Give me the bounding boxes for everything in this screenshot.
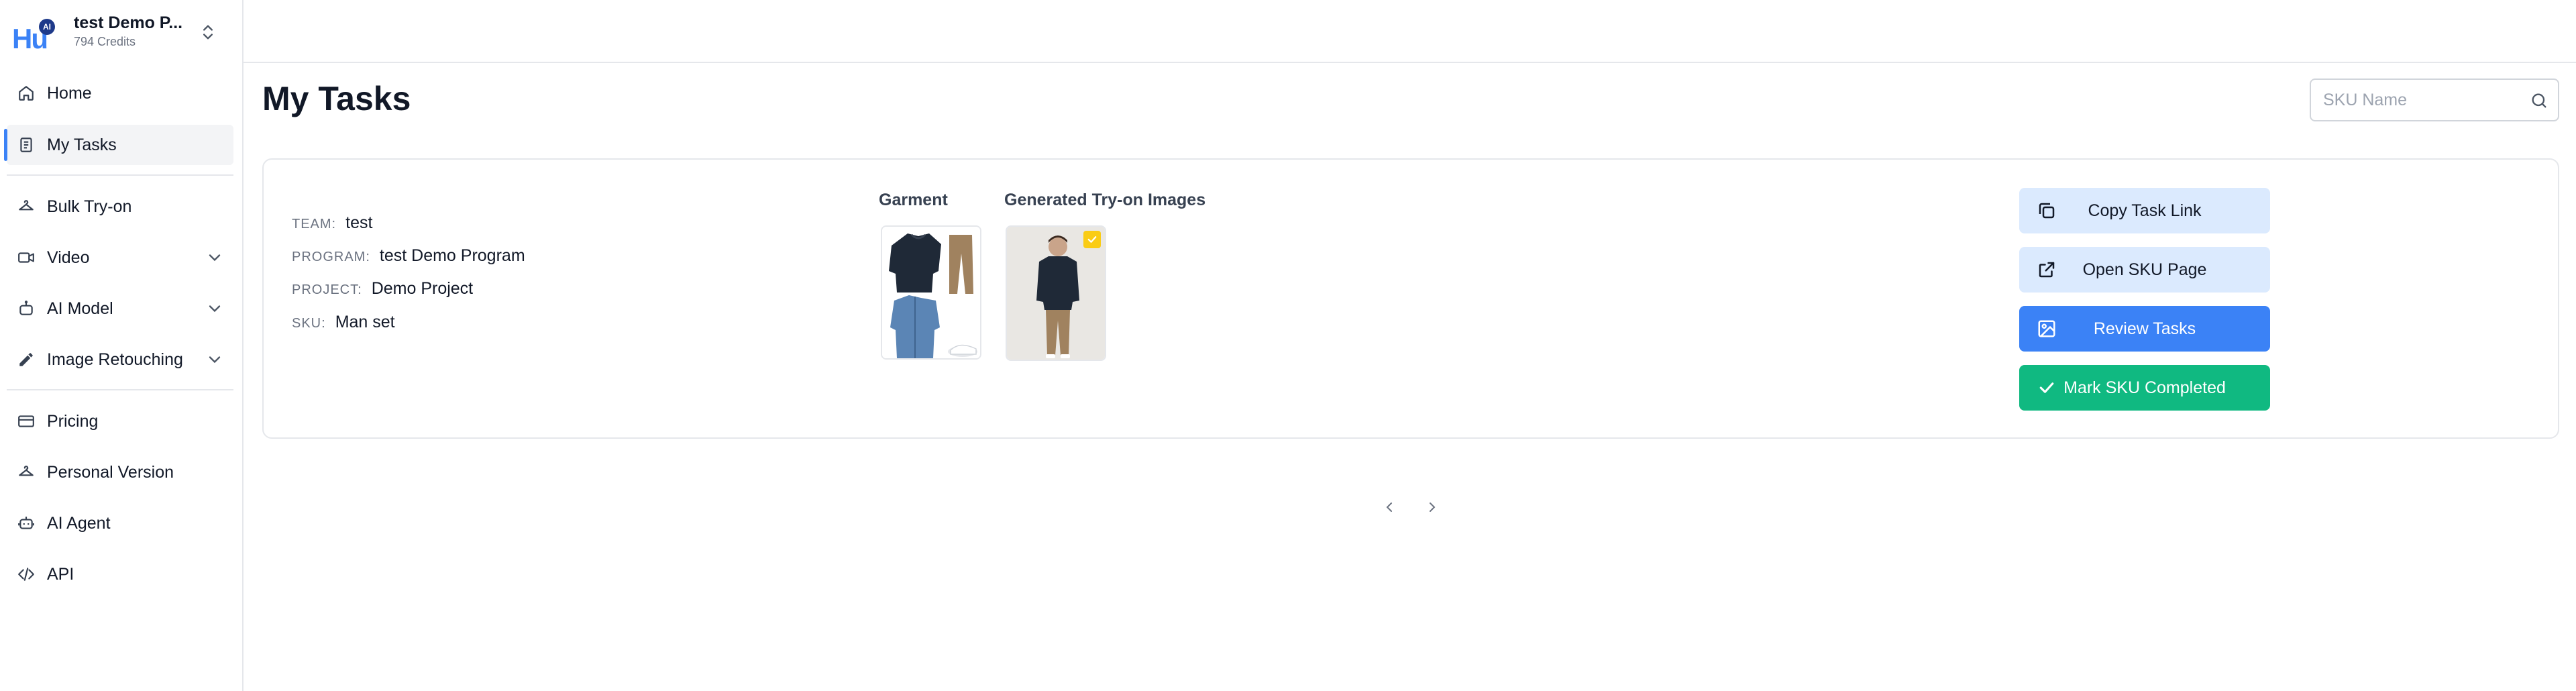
garment-label: Garment	[879, 191, 948, 209]
org-switcher[interactable]: Hu AI test Demo P... 794 Credits	[9, 11, 237, 54]
chevron-down-icon[interactable]	[205, 350, 224, 369]
generated-label: Generated Try-on Images	[1004, 191, 1206, 209]
mark-sku-completed-label: Mark SKU Completed	[2063, 378, 2226, 397]
selected-check-badge[interactable]	[1083, 231, 1101, 248]
meta-sku: SKU: Man set	[292, 313, 395, 332]
sidebar-item-label: Video	[47, 248, 90, 267]
garment-thumbnail[interactable]	[881, 225, 981, 360]
sidebar-item-pricing[interactable]: Pricing	[7, 401, 233, 441]
pencil-icon	[16, 350, 36, 370]
card-icon	[16, 411, 36, 431]
next-page-button[interactable]	[1420, 495, 1444, 519]
bot-icon	[16, 513, 36, 533]
sidebar-item-my-tasks[interactable]: My Tasks	[4, 125, 233, 165]
sidebar-item-bulk-try-on[interactable]: Bulk Try-on	[7, 187, 233, 227]
sidebar-item-label: Image Retouching	[47, 350, 183, 369]
search-input[interactable]	[2323, 80, 2524, 120]
open-sku-page-label: Open SKU Page	[2082, 260, 2207, 279]
chevron-right-icon	[1430, 502, 1436, 512]
meta-project-value: Demo Project	[371, 279, 474, 298]
search-box[interactable]	[2310, 78, 2559, 121]
top-bar	[244, 0, 2576, 63]
video-icon	[16, 248, 36, 268]
search-icon[interactable]	[2530, 91, 2548, 110]
open-sku-page-button[interactable]: Open SKU Page	[2019, 247, 2270, 293]
sidebar-item-ai-model[interactable]: AI Model	[7, 288, 233, 329]
org-name: test Demo P...	[74, 13, 183, 32]
sidebar-item-image-retouching[interactable]: Image Retouching	[7, 339, 233, 380]
meta-program-value: test Demo Program	[379, 246, 525, 265]
logo-badge: AI	[39, 19, 55, 35]
home-icon	[16, 83, 36, 103]
robot-icon	[16, 299, 36, 319]
code-icon	[16, 564, 36, 584]
sidebar-item-label: AI Model	[47, 299, 113, 318]
sidebar-item-label: Pricing	[47, 411, 99, 431]
image-icon	[2038, 320, 2055, 337]
meta-team: TEAM: test	[292, 213, 372, 233]
sidebar-item-home[interactable]: Home	[7, 73, 233, 113]
external-link-icon	[2039, 262, 2055, 278]
prev-page-button[interactable]	[1377, 495, 1401, 519]
generated-image-thumbnail[interactable]	[1006, 225, 1106, 361]
clipboard-icon	[16, 135, 36, 155]
page-title: My Tasks	[262, 80, 411, 117]
sidebar: Hu AI test Demo P... 794 Credits Home My…	[0, 0, 244, 691]
meta-sku-value: Man set	[335, 313, 395, 331]
meta-program: PROGRAM: test Demo Program	[292, 246, 525, 266]
hanger-icon	[16, 197, 36, 217]
chevron-up-down-icon[interactable]	[199, 20, 217, 44]
meta-project: PROJECT: Demo Project	[292, 279, 473, 299]
sidebar-item-label: AI Agent	[47, 513, 111, 533]
review-tasks-button[interactable]: Review Tasks	[2019, 306, 2270, 352]
review-tasks-label: Review Tasks	[2093, 319, 2196, 338]
garment-image	[882, 227, 980, 358]
sidebar-item-label: Home	[47, 83, 92, 103]
meta-key-team: TEAM:	[292, 217, 337, 231]
meta-key-sku: SKU:	[292, 316, 326, 331]
meta-key-program: PROGRAM:	[292, 250, 370, 264]
sidebar-item-ai-agent[interactable]: AI Agent	[7, 503, 233, 543]
sidebar-item-api[interactable]: API	[7, 554, 233, 594]
sidebar-item-label: API	[47, 564, 74, 584]
check-icon	[1087, 236, 1097, 243]
hanger-icon	[16, 462, 36, 482]
sidebar-divider	[7, 174, 233, 176]
app-root: Hu AI test Demo P... 794 Credits Home My…	[0, 0, 2576, 691]
meta-team-value: test	[345, 213, 373, 232]
brand-logo: Hu AI	[12, 17, 58, 54]
chevron-left-icon	[1386, 502, 1392, 512]
check-icon	[2039, 382, 2054, 393]
sidebar-item-personal-version[interactable]: Personal Version	[7, 452, 233, 492]
sidebar-item-label: Personal Version	[47, 462, 174, 482]
copy-icon	[2039, 203, 2055, 219]
sidebar-item-label: My Tasks	[47, 135, 117, 154]
copy-task-link-button[interactable]: Copy Task Link	[2019, 188, 2270, 233]
chevron-down-icon[interactable]	[205, 248, 224, 267]
copy-task-link-label: Copy Task Link	[2088, 201, 2202, 220]
sidebar-item-label: Bulk Try-on	[47, 197, 132, 216]
org-credits: 794 Credits	[74, 35, 136, 48]
task-card: TEAM: test PROGRAM: test Demo Program PR…	[262, 158, 2559, 439]
mark-sku-completed-button[interactable]: Mark SKU Completed	[2019, 365, 2270, 411]
chevron-down-icon[interactable]	[205, 299, 224, 318]
sidebar-divider	[7, 389, 233, 390]
meta-key-project: PROJECT:	[292, 282, 362, 297]
sidebar-item-video[interactable]: Video	[7, 237, 233, 278]
